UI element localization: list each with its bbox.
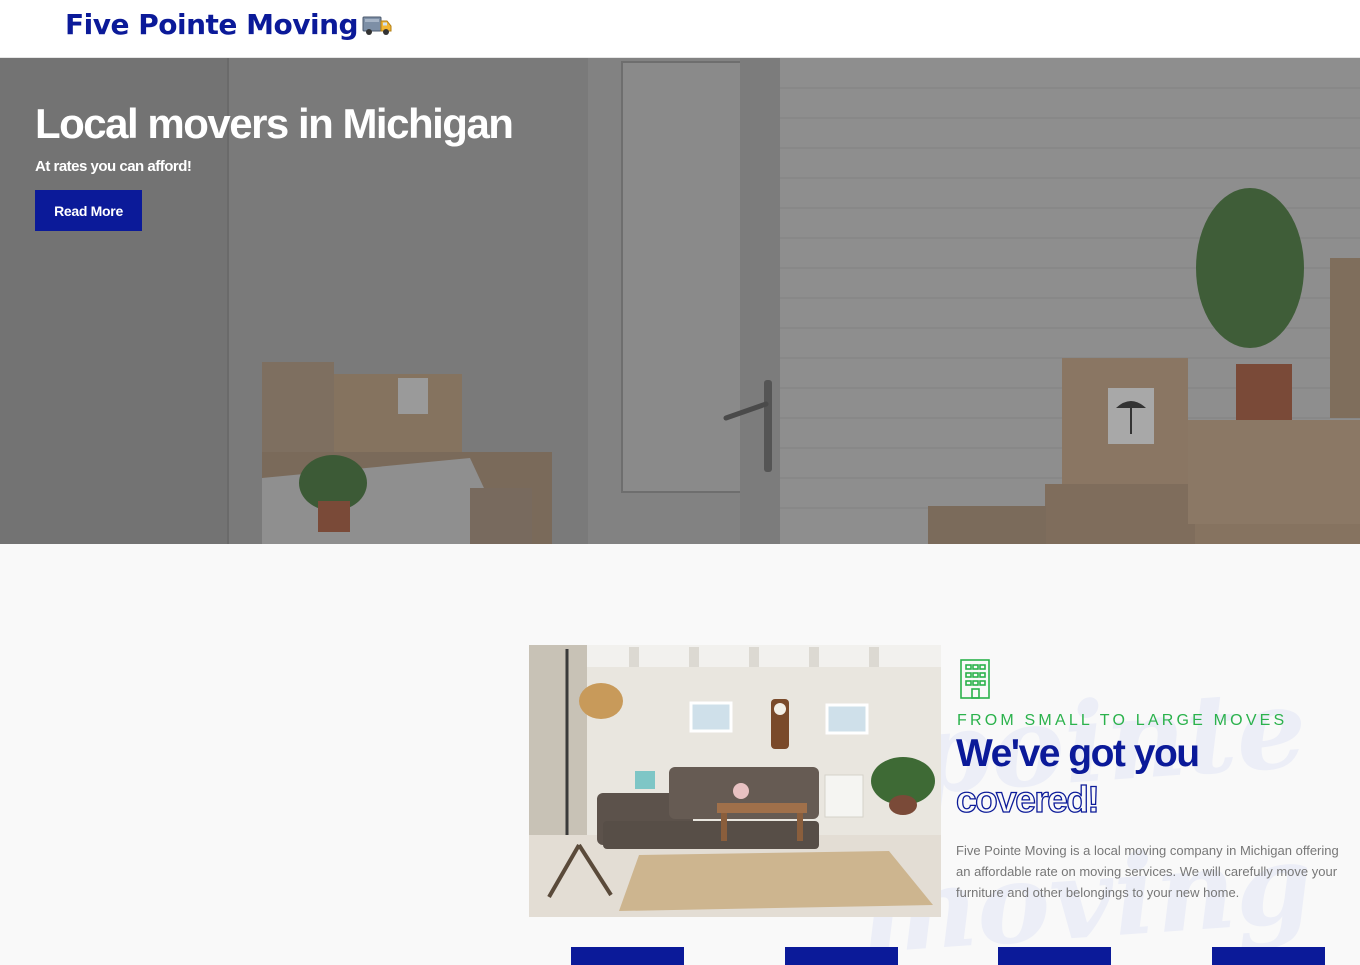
about-description: Five Pointe Moving is a local moving com… [956,843,1339,900]
read-more-button[interactable]: Read More [35,190,142,231]
service-button-4[interactable] [1212,947,1325,965]
section-eyebrow: FROM SMALL TO LARGE MOVES [957,712,1288,729]
living-room-image [529,645,941,917]
section-heading: We've got you [956,732,1200,775]
hero-title: Local movers in Michigan [35,100,514,147]
service-button-1[interactable] [571,947,684,965]
truck-icon [362,16,392,35]
service-button-2[interactable] [785,947,898,965]
site-header: Five Pointe Moving [0,0,1360,58]
site-logo[interactable]: Five Pointe Moving [65,8,392,41]
hero-section: Local movers in Michigan At rates you ca… [0,58,1360,544]
section-heading-outline: covered! [955,778,1100,820]
service-button-3[interactable] [998,947,1111,965]
building-icon [960,659,990,699]
logo-text: Five Pointe Moving [65,8,359,41]
hero-subtitle: At rates you can afford! [35,158,192,175]
about-section: fivepointe moving FROM SMALL TO LARGE MO… [0,544,1360,965]
